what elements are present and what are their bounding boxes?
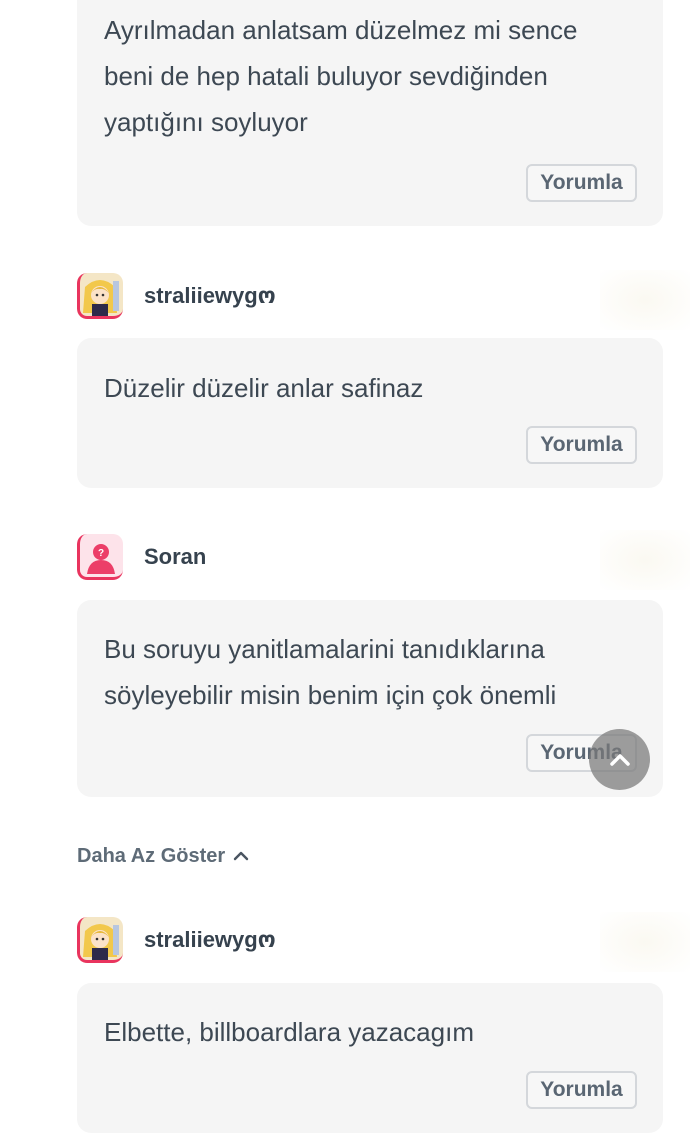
comment-text: Elbette, billboardlara yazacagım [104,1017,474,1047]
avatar[interactable] [77,917,123,963]
scroll-to-top-button[interactable] [589,729,650,790]
background-glow [600,530,690,590]
comment-author[interactable]: straliiewygო [77,915,276,965]
background-glow [600,270,690,330]
reply-button[interactable]: Yorumla [526,426,637,464]
comment-card: Bu soruyu yanitlamalarini tanıdıklarına … [77,600,663,797]
background-glow [600,912,690,972]
svg-text:?: ? [98,548,104,559]
comment-card: Düzelir düzelir anlar safinaz Yorumla [77,338,663,488]
chevron-up-icon [233,851,249,861]
anime-girl-avatar-icon [77,273,123,319]
username[interactable]: straliiewygო [144,927,276,953]
comment-text: Düzelir düzelir anlar safinaz [104,373,424,403]
reply-button[interactable]: Yorumla [526,1071,637,1109]
chevron-up-icon [609,753,630,766]
comment-author[interactable]: ? Soran [77,532,206,582]
anime-girl-avatar-icon [77,917,123,963]
username[interactable]: straliiewygო [144,283,276,309]
comment-author[interactable]: straliiewygო [77,271,276,321]
show-less-link[interactable]: Daha Az Göster [77,842,249,870]
comment-text: Ayrılmadan anlatsam düzelmez mi sence be… [104,15,578,137]
avatar[interactable] [77,273,123,319]
comment-card: Elbette, billboardlara yazacagım Yorumla [77,983,663,1133]
comment-text: Bu soruyu yanitlamalarini tanıdıklarına … [104,634,557,710]
show-less-label[interactable]: Daha Az Göster [77,845,225,868]
reply-button[interactable]: Yorumla [526,164,637,202]
avatar[interactable]: ? [77,534,123,580]
comment-card: Ayrılmadan anlatsam düzelmez mi sence be… [77,0,663,226]
anonymous-user-icon: ? [77,534,123,580]
username[interactable]: Soran [144,544,206,570]
